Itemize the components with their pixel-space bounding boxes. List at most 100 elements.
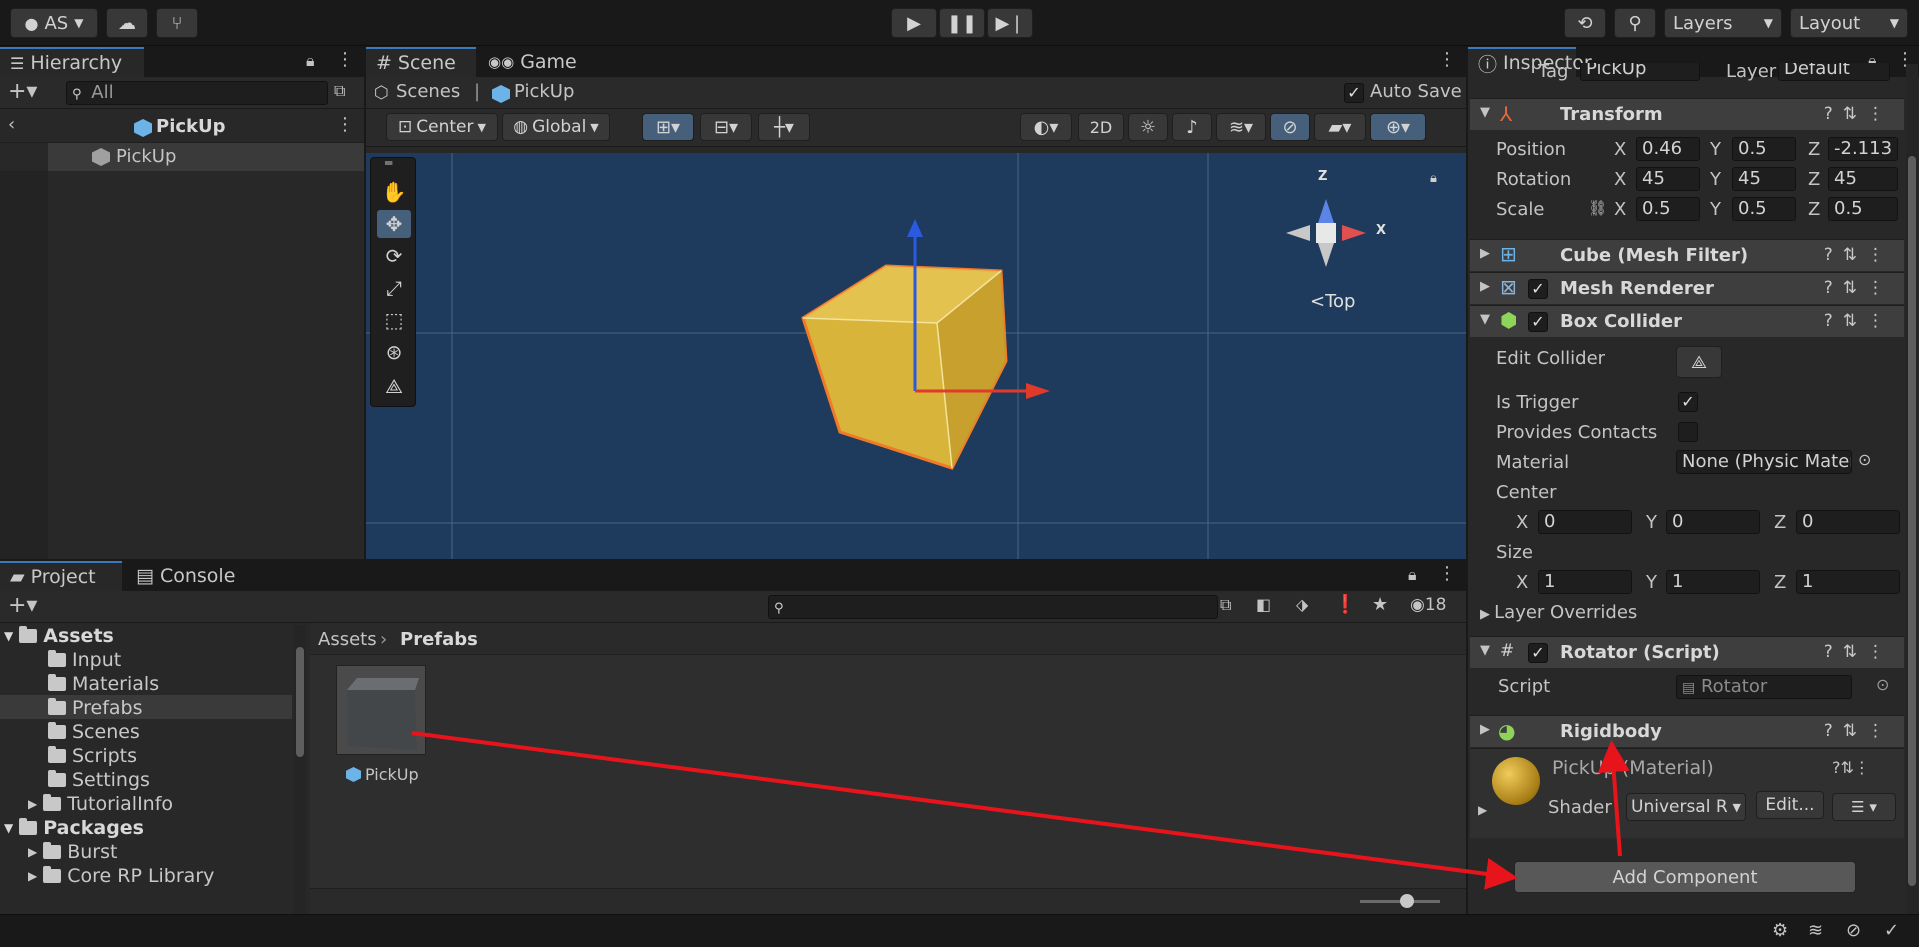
scale-z-field[interactable]: 0.5 <box>1828 197 1898 221</box>
scrollbar-thumb[interactable] <box>296 647 304 757</box>
component-actions[interactable]: ?⇅⋮ <box>1824 245 1894 265</box>
box-collider-header[interactable]: ▼ ⬢ ✓ Box Collider ?⇅⋮ <box>1470 305 1904 337</box>
hand-tool[interactable]: ✋ <box>377 178 411 206</box>
center-z-field[interactable]: 0 <box>1796 510 1900 534</box>
is-trigger-checkbox[interactable]: ✓ <box>1678 392 1698 412</box>
zoom-slider-thumb[interactable] <box>1400 894 1414 908</box>
component-actions[interactable]: ?⇅⋮ <box>1832 758 1870 777</box>
ruler-toggle[interactable]: ┼▾ <box>758 113 810 141</box>
position-x-field[interactable]: 0.46 <box>1636 137 1700 161</box>
lock-icon[interactable]: 🔒︎ <box>1408 565 1417 585</box>
rotation-y-field[interactable]: 45 <box>1732 167 1796 191</box>
lock-icon[interactable]: 🔒︎ <box>306 51 315 71</box>
size-x-field[interactable]: 1 <box>1538 570 1632 594</box>
layout-dropdown[interactable]: Layout ▼ <box>1790 8 1908 38</box>
tab-console[interactable]: ▤ Console <box>126 561 254 591</box>
physic-material-field[interactable]: None (Physic Materia <box>1676 450 1852 474</box>
mesh-renderer-enabled-checkbox[interactable]: ✓ <box>1528 279 1548 299</box>
audio-toggle[interactable]: ♪ <box>1172 113 1212 141</box>
rotate-tool[interactable]: ⟳ <box>377 242 411 270</box>
search-options-icon[interactable]: ⧉ <box>1220 595 1231 615</box>
tree-item-settings[interactable]: Settings <box>48 769 150 791</box>
tab-hierarchy[interactable]: ☰ Hierarchy <box>0 47 144 77</box>
drag-handle-icon[interactable]: ═ <box>385 156 392 170</box>
gizmos-dropdown[interactable]: ⊕▾ <box>1370 113 1426 141</box>
filter-label-icon[interactable]: ⬗ <box>1296 595 1308 614</box>
scene-visibility-icon[interactable]: ⧉ <box>334 81 345 101</box>
pause-button[interactable]: ❚❚ <box>939 8 985 38</box>
position-y-field[interactable]: 0.5 <box>1732 137 1796 161</box>
collab-button[interactable]: ⑂ <box>156 8 198 38</box>
tree-item-core-rp[interactable]: ▶ Core RP Library <box>28 865 214 887</box>
cache-icon[interactable]: ≋ <box>1808 920 1823 941</box>
scale-tool[interactable]: ⤢ <box>377 274 411 302</box>
add-icon[interactable]: +▾ <box>8 593 37 618</box>
component-actions[interactable]: ?⇅⋮ <box>1824 721 1894 741</box>
list-item[interactable]: PickUp <box>48 143 364 171</box>
check-icon[interactable]: ✓ <box>1884 920 1899 941</box>
debug-icon[interactable]: ⚙ <box>1772 920 1788 941</box>
tab-project[interactable]: ▰ Project <box>0 561 122 591</box>
size-z-field[interactable]: 1 <box>1796 570 1900 594</box>
kebab-menu-icon[interactable]: ⋮ <box>336 114 354 135</box>
edit-shader-button[interactable]: Edit... <box>1756 791 1824 819</box>
mesh-renderer-header[interactable]: ▶ ⊠ ✓ Mesh Renderer ?⇅⋮ <box>1470 272 1904 304</box>
tree-item-input[interactable]: Input <box>48 649 121 671</box>
center-y-field[interactable]: 0 <box>1666 510 1760 534</box>
link-icon[interactable]: ⛓ <box>1588 199 1607 217</box>
scale-x-field[interactable]: 0.5 <box>1636 197 1700 221</box>
increment-snap-toggle[interactable]: ⊟▾ <box>700 113 752 141</box>
breadcrumb-prefabs[interactable]: Prefabs <box>400 629 478 650</box>
tree-item-scenes[interactable]: Scenes <box>48 721 140 743</box>
tree-scrollbar[interactable] <box>294 625 306 914</box>
scene-viewport[interactable]: Z X 🔒︎ <Top <box>366 153 1466 559</box>
2d-toggle[interactable]: 2D <box>1078 113 1124 141</box>
add-component-button[interactable]: Add Component <box>1514 861 1856 893</box>
breadcrumb-assets[interactable]: Assets <box>318 629 377 650</box>
object-picker-icon[interactable]: ⊙ <box>1858 450 1871 469</box>
back-icon[interactable]: ‹ <box>8 114 15 135</box>
edit-collider-button[interactable]: ⟁ <box>1676 346 1722 378</box>
rotation-z-field[interactable]: 45 <box>1828 167 1898 191</box>
tab-scene[interactable]: # Scene <box>366 47 476 77</box>
scene-root-row[interactable]: ‹ PickUp ⋮ <box>0 111 364 143</box>
shader-dropdown[interactable]: Universal R ▼ <box>1626 793 1746 821</box>
layers-dropdown[interactable]: Layers ▼ <box>1664 8 1782 38</box>
search-button[interactable]: ⚲ <box>1614 8 1656 38</box>
rigidbody-header[interactable]: ▶ ◕ Rigidbody ?⇅⋮ <box>1470 715 1904 747</box>
history-button[interactable]: ⟲ <box>1564 8 1606 38</box>
size-y-field[interactable]: 1 <box>1666 570 1760 594</box>
account-dropdown[interactable]: ● AS ▼ <box>10 8 98 38</box>
component-actions[interactable]: ?⇅⋮ <box>1824 104 1894 124</box>
draw-mode-dropdown[interactable]: ◐▾ <box>1020 113 1072 141</box>
tree-item-tutorialinfo[interactable]: ▶ TutorialInfo <box>28 793 173 815</box>
step-button[interactable]: ▶❘ <box>987 8 1033 38</box>
material-options-dropdown[interactable]: ☰ ▾ <box>1832 793 1896 821</box>
favorite-icon[interactable]: ★ <box>1372 594 1388 615</box>
component-actions[interactable]: ?⇅⋮ <box>1824 278 1894 298</box>
cloud-button[interactable]: ☁ <box>106 8 148 38</box>
kebab-menu-icon[interactable]: ⋮ <box>1438 563 1456 584</box>
tree-item-burst[interactable]: ▶ Burst <box>28 841 117 863</box>
position-z-field[interactable]: -2.113 <box>1828 137 1898 161</box>
hierarchy-search-input[interactable]: ⚲ All <box>66 81 328 105</box>
asset-thumbnail[interactable] <box>336 665 426 755</box>
rotator-header[interactable]: ▼ # ✓ Rotator (Script) ?⇅⋮ <box>1470 636 1904 668</box>
collapsed-icon[interactable]: ▶ <box>1478 803 1487 817</box>
play-button[interactable]: ▶ <box>891 8 937 38</box>
mesh-filter-header[interactable]: ▶ ⊞ Cube (Mesh Filter) ?⇅⋮ <box>1470 239 1904 271</box>
tree-item-scripts[interactable]: Scripts <box>48 745 137 767</box>
rotation-x-field[interactable]: 45 <box>1636 167 1700 191</box>
kebab-menu-icon[interactable]: ⋮ <box>336 49 354 70</box>
tree-item-prefabs[interactable]: Prefabs <box>48 697 143 719</box>
rotator-enabled-checkbox[interactable]: ✓ <box>1528 643 1548 663</box>
camera-dropdown[interactable]: ▰▾ <box>1314 113 1366 141</box>
lighting-toggle[interactable]: ☼ <box>1128 113 1168 141</box>
box-collider-enabled-checkbox[interactable]: ✓ <box>1528 312 1548 332</box>
add-icon[interactable]: +▾ <box>8 79 37 104</box>
provides-contacts-checkbox[interactable] <box>1678 422 1698 442</box>
breadcrumb-scenes[interactable]: Scenes <box>396 81 460 102</box>
tab-game[interactable]: ◉◉ Game <box>478 47 588 77</box>
breadcrumb-pickup[interactable]: PickUp <box>514 81 574 102</box>
network-icon[interactable]: ⊘ <box>1846 920 1861 941</box>
